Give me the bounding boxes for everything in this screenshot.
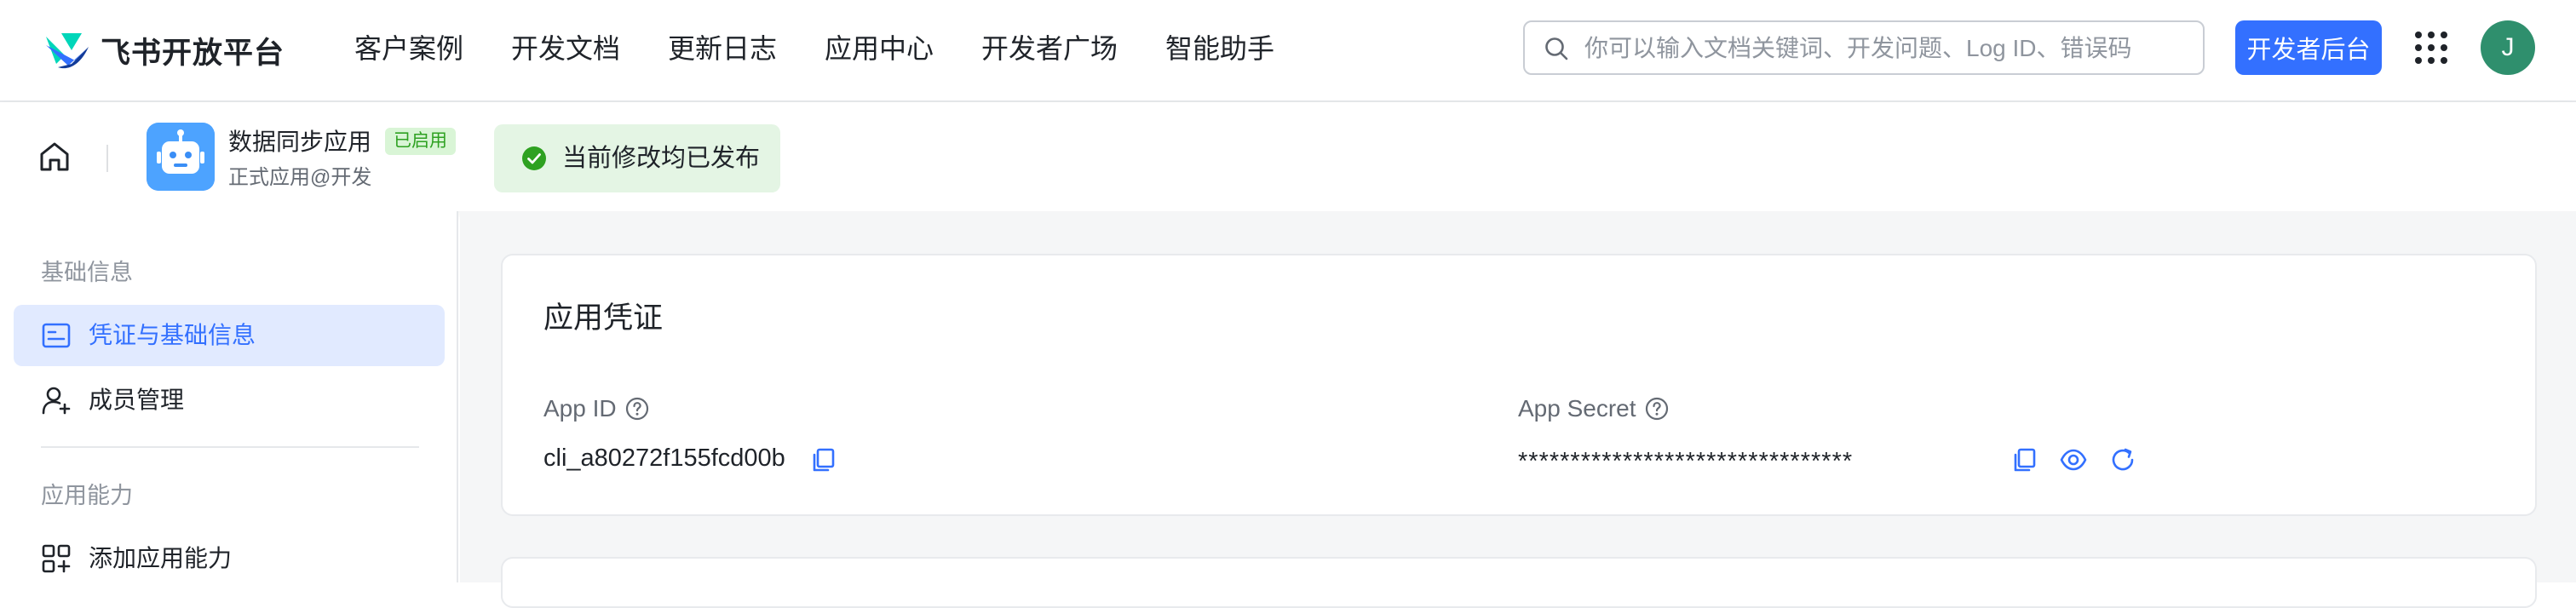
- app-secret-value: ********************************: [1518, 448, 1854, 475]
- eye-icon[interactable]: [2060, 446, 2087, 473]
- nav-link-changelog[interactable]: 更新日志: [668, 29, 777, 68]
- app-id-label-text: App ID: [543, 395, 617, 422]
- app-id-label: App ID: [543, 392, 649, 426]
- sidebar: 基础信息 凭证与基础信息 成员管理 应用能力 添加应用能力: [0, 211, 458, 582]
- nav-link-dev-plaza[interactable]: 开发者广场: [981, 29, 1118, 68]
- credentials-card: 应用凭证 App ID cli_a80272f155fcd00b App Sec…: [501, 254, 2537, 516]
- nav-link-cases[interactable]: 客户案例: [354, 29, 463, 68]
- app-subtitle: 正式应用@开发: [228, 166, 372, 189]
- id-card-icon: [42, 323, 71, 348]
- sidebar-item-add-capability[interactable]: 添加应用能力: [14, 528, 445, 589]
- nav-link-assistant[interactable]: 智能助手: [1165, 29, 1274, 68]
- nav-link-docs[interactable]: 开发文档: [511, 29, 620, 68]
- publish-status-text: 当前修改均已发布: [562, 145, 761, 172]
- app-id-value: cli_a80272f155fcd00b: [543, 445, 785, 472]
- search-box: [1523, 20, 2205, 75]
- nav-link-app-center[interactable]: 应用中心: [825, 29, 934, 68]
- home-icon[interactable]: [37, 140, 72, 174]
- sidebar-item-label: 成员管理: [89, 387, 185, 413]
- robot-app-icon: [147, 123, 215, 191]
- status-badge: 已启用: [385, 128, 456, 155]
- app-secret-label: App Secret: [1518, 392, 1669, 426]
- refresh-icon[interactable]: [2109, 446, 2136, 473]
- app-name: 数据同步应用: [228, 129, 372, 155]
- grid-add-icon: [42, 544, 71, 573]
- sidebar-divider: [41, 446, 419, 448]
- feishu-logo-icon: [46, 33, 89, 69]
- app-header-bar: 数据同步应用 已启用 正式应用@开发 当前修改均已发布: [0, 102, 2576, 211]
- help-icon[interactable]: [625, 397, 649, 421]
- sidebar-item-members[interactable]: 成员管理: [14, 370, 445, 431]
- sidebar-item-credentials[interactable]: 凭证与基础信息: [14, 305, 445, 366]
- next-section-card: [501, 557, 2537, 608]
- app-secret-label-text: App Secret: [1518, 395, 1636, 422]
- sidebar-group-title: 基础信息: [41, 260, 133, 285]
- brand-name: 飞书开放平台: [101, 36, 285, 70]
- check-circle-icon: [522, 146, 546, 170]
- user-add-icon: [42, 387, 71, 415]
- developer-console-button[interactable]: 开发者后台: [2235, 20, 2382, 75]
- search-icon: [1545, 37, 1568, 60]
- top-navigation: 飞书开放平台 客户案例 开发文档 更新日志 应用中心 开发者广场 智能助手 开发…: [0, 0, 2576, 102]
- sidebar-group-title: 应用能力: [41, 483, 133, 508]
- user-avatar[interactable]: J: [2481, 20, 2535, 75]
- sidebar-item-label: 添加应用能力: [89, 545, 233, 571]
- search-input[interactable]: [1584, 31, 2181, 66]
- brand[interactable]: 飞书开放平台: [43, 26, 285, 75]
- app-grid-icon[interactable]: [2412, 29, 2450, 66]
- main-content: 应用凭证 App ID cli_a80272f155fcd00b App Sec…: [460, 211, 2576, 608]
- copy-icon[interactable]: [2010, 446, 2038, 473]
- publish-status-banner: 当前修改均已发布: [494, 124, 780, 192]
- sidebar-item-label: 凭证与基础信息: [89, 322, 256, 348]
- help-icon[interactable]: [1645, 397, 1669, 421]
- section-title: 应用凭证: [543, 301, 664, 335]
- copy-icon[interactable]: [809, 446, 837, 473]
- divider: [106, 145, 108, 172]
